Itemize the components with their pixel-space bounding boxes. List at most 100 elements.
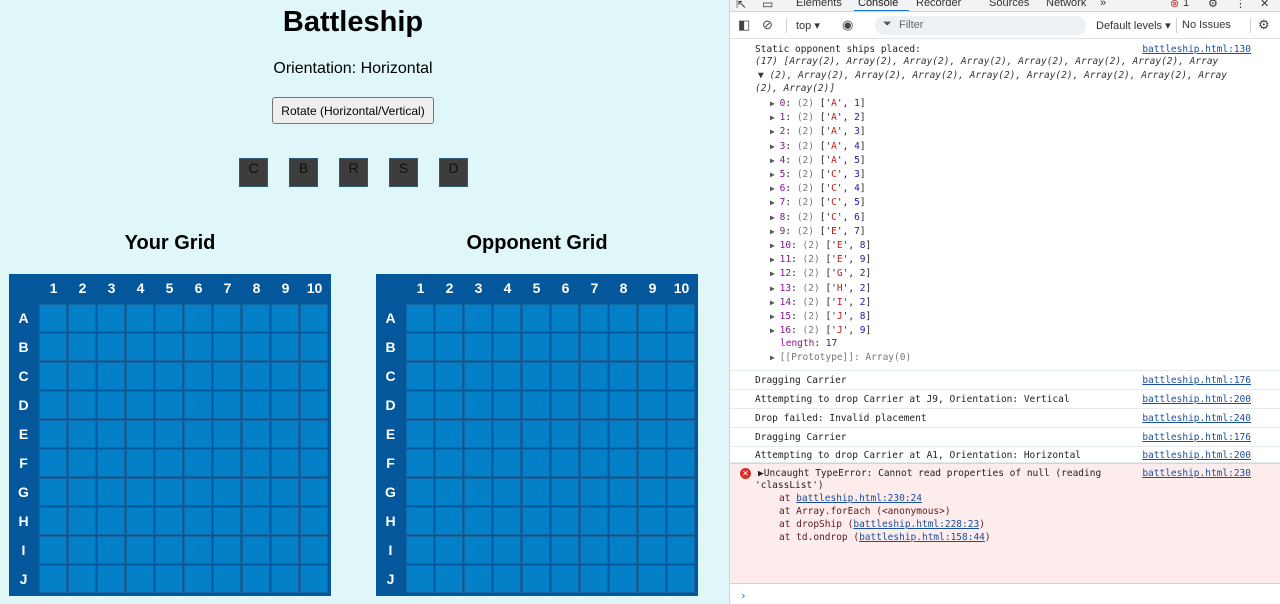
your-grid-cell[interactable]: . [126, 449, 154, 477]
opponent-grid-cell[interactable]: . [435, 536, 463, 564]
array-prototype[interactable]: ▶ [[Prototype]]: Array(0) [770, 352, 911, 363]
clear-console-icon[interactable]: ⊘ [762, 17, 773, 33]
array-item[interactable]: ▶ 14: (2) ['I', 2] [770, 297, 871, 308]
your-grid-cell[interactable]: . [242, 420, 270, 448]
opponent-grid-cell[interactable]: . [493, 304, 521, 332]
array-summary-line[interactable]: (17) [Array(2), Array(2), Array(2), Arra… [755, 56, 1218, 67]
your-grid-cell[interactable]: . [39, 507, 67, 535]
source-link[interactable]: battleship.html:200 [1142, 394, 1251, 405]
your-grid-cell[interactable]: . [242, 304, 270, 332]
stack-link[interactable]: battleship.html:228:23 [853, 519, 979, 530]
opponent-grid-cell[interactable]: . [435, 333, 463, 361]
opponent-grid-cell[interactable]: . [551, 333, 579, 361]
opponent-grid-cell[interactable]: . [551, 478, 579, 506]
opponent-grid-cell[interactable]: . [406, 536, 434, 564]
your-grid-cell[interactable]: . [213, 565, 241, 593]
opponent-grid-cell[interactable]: . [493, 420, 521, 448]
opponent-grid-cell[interactable]: . [609, 536, 637, 564]
log-levels-select[interactable]: Default levels ▾ [1096, 19, 1171, 32]
opponent-grid-cell[interactable]: . [638, 304, 666, 332]
your-grid-cell[interactable]: . [271, 304, 299, 332]
opponent-grid-cell[interactable]: . [406, 304, 434, 332]
opponent-grid-cell[interactable]: . [406, 449, 434, 477]
context-select[interactable]: top ▾ [796, 19, 820, 32]
your-grid-cell[interactable]: . [213, 362, 241, 390]
array-item[interactable]: ▶ 4: (2) ['A', 5] [770, 155, 866, 166]
opponent-grid-cell[interactable]: . [609, 420, 637, 448]
opponent-grid-cell[interactable]: . [580, 362, 608, 390]
opponent-grid-cell[interactable]: . [522, 333, 550, 361]
ship-cruiser[interactable]: R [339, 158, 368, 187]
opponent-grid-cell[interactable]: . [435, 565, 463, 593]
opponent-grid-cell[interactable]: . [638, 362, 666, 390]
your-grid-cell[interactable]: . [271, 565, 299, 593]
opponent-grid-cell[interactable]: . [493, 449, 521, 477]
your-grid-cell[interactable]: . [155, 333, 183, 361]
your-grid-cell[interactable]: . [213, 478, 241, 506]
your-grid-cell[interactable]: . [155, 536, 183, 564]
your-grid-cell[interactable]: . [39, 565, 67, 593]
opponent-grid-cell[interactable]: . [522, 304, 550, 332]
opponent-grid-cell[interactable]: . [522, 565, 550, 593]
more-tabs-icon[interactable]: » [1100, 0, 1106, 9]
your-grid-cell[interactable]: . [97, 362, 125, 390]
array-item[interactable]: ▶ 11: (2) ['E', 9] [770, 254, 871, 265]
kebab-menu-icon[interactable]: ⋮ [1235, 0, 1246, 10]
array-item[interactable]: ▶ 12: (2) ['G', 2] [770, 268, 871, 279]
opponent-grid-cell[interactable]: . [638, 333, 666, 361]
your-grid-cell[interactable]: . [97, 333, 125, 361]
your-grid-cell[interactable]: . [39, 420, 67, 448]
array-item[interactable]: ▶ 0: (2) ['A', 1] [770, 98, 866, 109]
your-grid-cell[interactable]: . [155, 420, 183, 448]
your-grid-cell[interactable]: . [213, 507, 241, 535]
your-grid-cell[interactable]: . [184, 536, 212, 564]
opponent-grid-cell[interactable]: . [638, 420, 666, 448]
opponent-grid-cell[interactable]: . [406, 333, 434, 361]
source-link[interactable]: battleship.html:230 [1142, 468, 1251, 479]
your-grid-cell[interactable]: . [184, 391, 212, 419]
opponent-grid-cell[interactable]: . [551, 449, 579, 477]
stack-link[interactable]: battleship.html:158:44 [859, 532, 985, 543]
your-grid-cell[interactable]: . [126, 478, 154, 506]
opponent-grid-cell[interactable]: . [551, 507, 579, 535]
opponent-grid-cell[interactable]: . [551, 536, 579, 564]
opponent-grid-cell[interactable]: . [609, 507, 637, 535]
opponent-grid-cell[interactable]: . [580, 449, 608, 477]
opponent-grid-cell[interactable]: . [435, 304, 463, 332]
your-grid-cell[interactable]: . [271, 536, 299, 564]
array-item[interactable]: ▶ 16: (2) ['J', 9] [770, 325, 871, 336]
your-grid-cell[interactable]: . [271, 449, 299, 477]
your-grid-cell[interactable]: . [68, 420, 96, 448]
opponent-grid-cell[interactable]: . [406, 362, 434, 390]
opponent-grid-cell[interactable]: . [667, 565, 695, 593]
ship-battleship[interactable]: B [289, 158, 318, 187]
your-grid-cell[interactable]: . [68, 333, 96, 361]
array-item[interactable]: ▶ 5: (2) ['C', 3] [770, 169, 866, 180]
array-item[interactable]: ▶ 7: (2) ['C', 5] [770, 197, 866, 208]
opponent-grid-cell[interactable]: . [522, 391, 550, 419]
source-link[interactable]: battleship.html:200 [1142, 450, 1251, 461]
your-grid-cell[interactable]: . [126, 333, 154, 361]
your-grid-cell[interactable]: . [126, 362, 154, 390]
console-prompt[interactable]: › [740, 589, 747, 602]
your-grid-cell[interactable]: . [184, 565, 212, 593]
opponent-grid-cell[interactable]: . [667, 420, 695, 448]
tab-network[interactable]: Network [1046, 0, 1086, 9]
source-link[interactable]: battleship.html:176 [1142, 375, 1251, 386]
your-grid-cell[interactable]: . [68, 507, 96, 535]
your-grid-cell[interactable]: . [300, 449, 328, 477]
your-grid-cell[interactable]: . [126, 391, 154, 419]
source-link[interactable]: battleship.html:240 [1142, 413, 1251, 424]
your-grid-cell[interactable]: . [155, 362, 183, 390]
your-grid-cell[interactable]: . [300, 391, 328, 419]
issues-button[interactable]: No Issues [1182, 19, 1231, 31]
opponent-grid-cell[interactable]: . [638, 536, 666, 564]
your-grid-cell[interactable]: . [184, 362, 212, 390]
opponent-grid-cell[interactable]: . [551, 420, 579, 448]
array-item[interactable]: ▶ 9: (2) ['E', 7] [770, 226, 866, 237]
opponent-grid-cell[interactable]: . [435, 449, 463, 477]
opponent-grid-cell[interactable]: . [667, 536, 695, 564]
opponent-grid-cell[interactable]: . [609, 391, 637, 419]
array-item[interactable]: ▶ 15: (2) ['J', 8] [770, 311, 871, 322]
error-count[interactable]: 1 [1183, 0, 1189, 9]
